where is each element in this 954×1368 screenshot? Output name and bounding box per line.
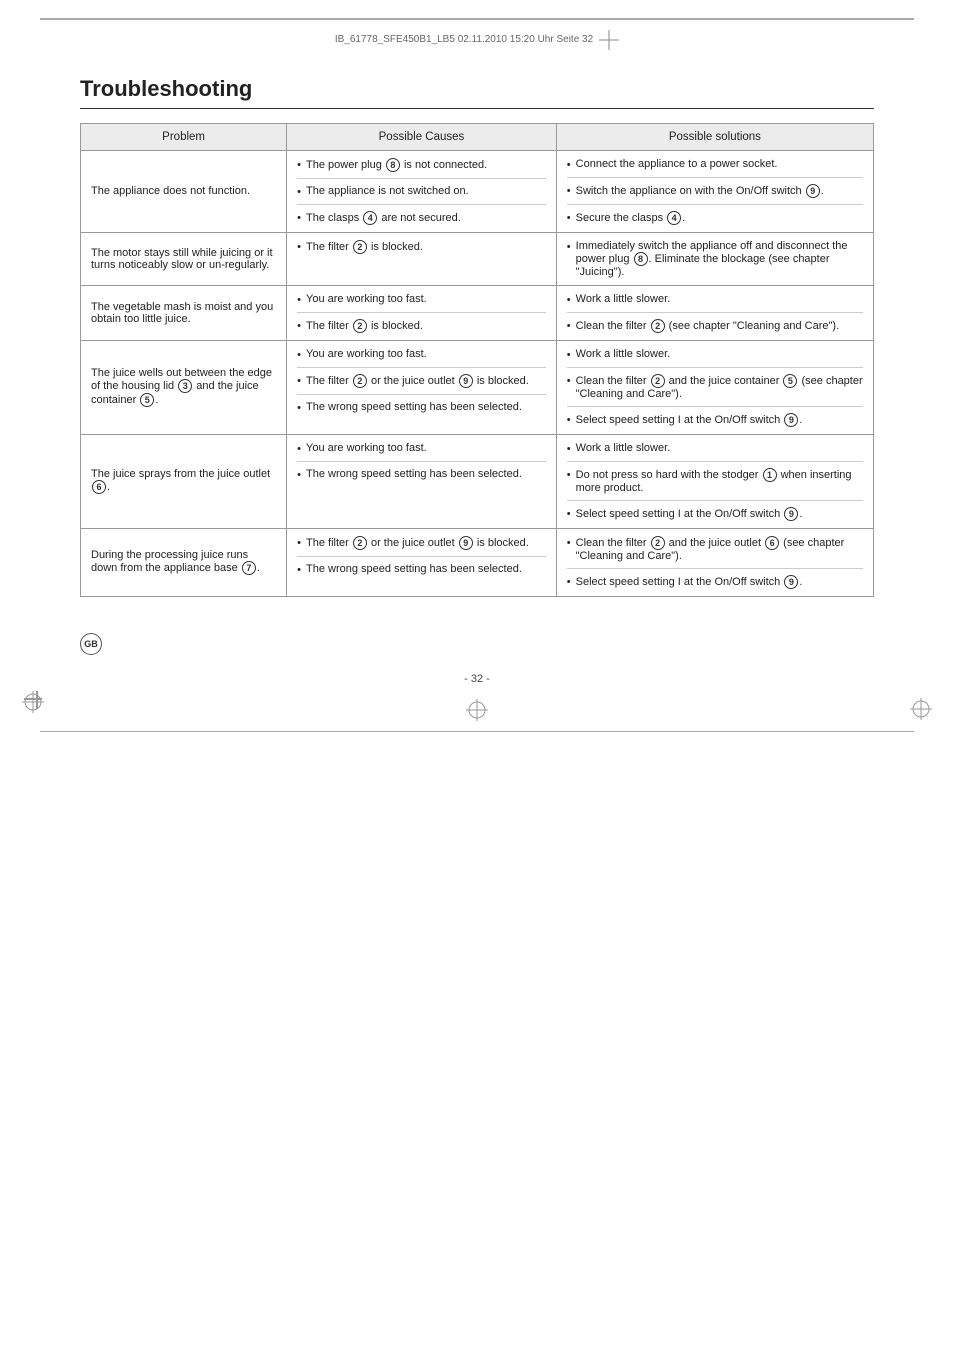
solution-item-2-0: • Work a little slower.	[567, 293, 863, 306]
num-badge-7: 7	[242, 561, 256, 575]
table-row-4: The juice sprays from the juice outlet 6…	[81, 434, 874, 528]
troubleshooting-table: Problem Possible Causes Possible solutio…	[80, 123, 874, 597]
cause-item-5-1: • The wrong speed setting has been selec…	[297, 563, 546, 576]
cause-item-0-1: • The appliance is not switched on.	[297, 185, 546, 198]
causes-cell-2: • You are working too fast. • The filter…	[287, 285, 557, 340]
table-row-3: The juice wells out between the edge of …	[81, 340, 874, 434]
num-badge-2: 2	[353, 374, 367, 388]
solutions-cell-5: • Clean the filter 2 and the juice outle…	[556, 528, 873, 596]
cause-item-4-0: • You are working too fast.	[297, 442, 546, 455]
num-badge-6: 6	[92, 480, 106, 494]
solution-item-4-1: • Do not press so hard with the stodger …	[567, 468, 863, 494]
solution-item-5-0: • Clean the filter 2 and the juice outle…	[567, 536, 863, 562]
num-badge-1: 1	[763, 468, 777, 482]
cause-item-1-0: • The filter 2 is blocked.	[297, 240, 546, 254]
header-cross-mark	[599, 30, 619, 50]
cause-item-2-1: • The filter 2 is blocked.	[297, 319, 546, 333]
num-badge-8: 8	[386, 158, 400, 172]
table-row-5: During the processing juice runs down fr…	[81, 528, 874, 596]
solution-item-5-1: • Select speed setting I at the On/Off s…	[567, 575, 863, 589]
problem-cell-5: During the processing juice runs down fr…	[81, 528, 287, 596]
solution-item-0-0: • Connect the appliance to a power socke…	[567, 158, 863, 171]
solution-item-3-2: • Select speed setting I at the On/Off s…	[567, 413, 863, 427]
problem-cell-4: The juice sprays from the juice outlet 6…	[81, 434, 287, 528]
col-header-solutions: Possible solutions	[556, 123, 873, 150]
solutions-cell-0: • Connect the appliance to a power socke…	[556, 150, 873, 232]
bottom-border-line	[40, 731, 914, 733]
table-row-1: The motor stays still while juicing or i…	[81, 232, 874, 285]
num-badge-2: 2	[651, 374, 665, 388]
section-title: Troubleshooting	[80, 76, 874, 109]
cause-item-0-2: • The clasps 4 are not secured.	[297, 211, 546, 225]
num-badge-9: 9	[459, 536, 473, 550]
problem-text-3: The juice wells out between the edge of …	[91, 367, 272, 406]
cause-item-0-0: • The power plug 8 is not connected.	[297, 158, 546, 172]
problem-text-0: The appliance does not function.	[91, 185, 250, 197]
num-badge-9: 9	[784, 575, 798, 589]
causes-cell-0: • The power plug 8 is not connected. • T…	[287, 150, 557, 232]
footer-area: GB - 32 -	[0, 673, 954, 685]
table-row-0: The appliance does not function. • The p…	[81, 150, 874, 232]
causes-cell-5: • The filter 2 or the juice outlet 9 is …	[287, 528, 557, 596]
problem-text-1: The motor stays still while juicing or i…	[91, 247, 273, 271]
cause-item-4-1: • The wrong speed setting has been selec…	[297, 468, 546, 481]
num-badge-5: 5	[140, 393, 154, 407]
gb-badge: GB	[80, 633, 102, 655]
num-badge-9: 9	[784, 413, 798, 427]
num-badge-2: 2	[651, 319, 665, 333]
solution-item-3-0: • Work a little slower.	[567, 348, 863, 361]
num-badge-4: 4	[667, 211, 681, 225]
solution-item-4-2: • Select speed setting I at the On/Off s…	[567, 507, 863, 521]
num-badge-2: 2	[353, 240, 367, 254]
solutions-cell-3: • Work a little slower. • Clean the filt…	[556, 340, 873, 434]
solution-item-1-0: • Immediately switch the appliance off a…	[567, 240, 863, 278]
col-header-causes: Possible Causes	[287, 123, 557, 150]
cause-item-5-0: • The filter 2 or the juice outlet 9 is …	[297, 536, 546, 550]
num-badge-3: 3	[178, 379, 192, 393]
header-info-text: IB_61778_SFE450B1_LB5 02.11.2010 15:20 U…	[335, 34, 593, 45]
solution-item-2-1: • Clean the filter 2 (see chapter "Clean…	[567, 319, 863, 333]
problem-text-2: The vegetable mash is moist and you obta…	[91, 301, 273, 325]
solution-item-0-1: • Switch the appliance on with the On/Of…	[567, 184, 863, 198]
num-badge-6: 6	[765, 536, 779, 550]
content-area: Troubleshooting Problem Possible Causes …	[0, 56, 954, 657]
solutions-cell-1: • Immediately switch the appliance off a…	[556, 232, 873, 285]
num-badge-2: 2	[353, 536, 367, 550]
problem-cell-2: The vegetable mash is moist and you obta…	[81, 285, 287, 340]
page-number: - 32 -	[0, 673, 954, 685]
solutions-cell-2: • Work a little slower. • Clean the filt…	[556, 285, 873, 340]
num-badge-2: 2	[353, 319, 367, 333]
solution-item-3-1: • Clean the filter 2 and the juice conta…	[567, 374, 863, 400]
col-header-problem: Problem	[81, 123, 287, 150]
causes-cell-1: • The filter 2 is blocked.	[287, 232, 557, 285]
problem-cell-1: The motor stays still while juicing or i…	[81, 232, 287, 285]
num-badge-9: 9	[459, 374, 473, 388]
solutions-cell-4: • Work a little slower. • Do not press s…	[556, 434, 873, 528]
bottom-reg-area	[0, 685, 954, 731]
problem-cell-0: The appliance does not function.	[81, 150, 287, 232]
cause-item-3-0: • You are working too fast.	[297, 348, 546, 361]
cause-item-2-0: • You are working too fast.	[297, 293, 546, 306]
causes-cell-4: • You are working too fast. • The wrong …	[287, 434, 557, 528]
table-row-2: The vegetable mash is moist and you obta…	[81, 285, 874, 340]
num-badge-8: 8	[634, 252, 648, 266]
cause-item-3-2: • The wrong speed setting has been selec…	[297, 401, 546, 414]
num-badge-4: 4	[363, 211, 377, 225]
problem-cell-3: The juice wells out between the edge of …	[81, 340, 287, 434]
solution-item-0-2: • Secure the clasps 4.	[567, 211, 863, 225]
page-wrapper: IB_61778_SFE450B1_LB5 02.11.2010 15:20 U…	[0, 18, 954, 1368]
solution-item-4-0: • Work a little slower.	[567, 442, 863, 455]
problem-text-4: The juice sprays from the juice outlet 6…	[91, 468, 270, 493]
num-badge-9: 9	[784, 507, 798, 521]
num-badge-5: 5	[783, 374, 797, 388]
num-badge-9: 9	[806, 184, 820, 198]
problem-text-5: During the processing juice runs down fr…	[91, 549, 260, 574]
num-badge-2: 2	[651, 536, 665, 550]
cause-item-3-1: • The filter 2 or the juice outlet 9 is …	[297, 374, 546, 388]
header-line: IB_61778_SFE450B1_LB5 02.11.2010 15:20 U…	[0, 20, 954, 56]
causes-cell-3: • You are working too fast. • The filter…	[287, 340, 557, 434]
